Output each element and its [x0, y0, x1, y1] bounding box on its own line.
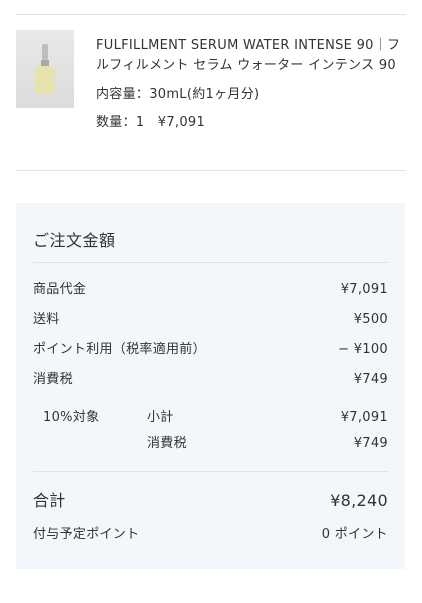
order-summary-panel: ご注文金額 商品代金 ¥7,091 送料 ¥500 ポイント利用（税率適用前） … [16, 203, 405, 569]
shipping-value: ¥500 [353, 312, 388, 327]
earn-points-row: 付与予定ポイント 0 ポイント [33, 525, 388, 545]
product-name[interactable]: FULFILLMENT SERUM WATER INTENSE 90｜フルフィル… [96, 36, 406, 76]
summary-title-divider [33, 262, 388, 263]
earn-points-label: 付与予定ポイント [33, 527, 140, 542]
order-summary-title: ご注文金額 [33, 231, 116, 250]
tax-value: ¥749 [353, 372, 388, 387]
breakdown-subtotal-label: 小計 [147, 410, 174, 425]
subtotal-row: 商品代金 ¥7,091 [33, 280, 388, 300]
product-quantity-price: 数量：1 ¥7,091 [96, 115, 206, 130]
total-value: ¥8,240 [330, 491, 388, 510]
points-used-value: − ¥100 [338, 342, 388, 357]
shipping-row: 送料 ¥500 [33, 310, 388, 330]
shipping-label: 送料 [33, 312, 60, 327]
total-label: 合計 [33, 491, 66, 510]
breakdown-subtotal-value: ¥7,091 [340, 410, 388, 425]
subtotal-label: 商品代金 [33, 282, 87, 297]
subtotal-value: ¥7,091 [340, 282, 388, 297]
points-used-row: ポイント利用（税率適用前） − ¥100 [33, 340, 388, 360]
summary-total-divider [33, 471, 388, 472]
breakdown-tax-value: ¥749 [353, 436, 388, 451]
top-divider [16, 14, 406, 15]
product-info: FULFILLMENT SERUM WATER INTENSE 90｜フルフィル… [96, 36, 406, 133]
tax-breakdown-tax-row: 消費税 ¥749 [33, 434, 388, 454]
serum-bottle-image [42, 44, 48, 60]
earn-points-value: 0 ポイント [321, 527, 388, 542]
tax-label: 消費税 [33, 372, 73, 387]
breakdown-tax-label: 消費税 [147, 436, 187, 451]
tax-target-label: 10%対象 [43, 410, 100, 425]
product-volume: 内容量：30mL(約1ヶ月分) [96, 87, 260, 102]
product-bottom-divider [16, 170, 406, 171]
points-used-label: ポイント利用（税率適用前） [33, 342, 206, 357]
tax-row: 消費税 ¥749 [33, 370, 388, 390]
total-row: 合計 ¥8,240 [33, 489, 388, 513]
tax-breakdown-subtotal-row: 10%対象 小計 ¥7,091 [33, 408, 388, 428]
product-image[interactable] [16, 30, 74, 108]
